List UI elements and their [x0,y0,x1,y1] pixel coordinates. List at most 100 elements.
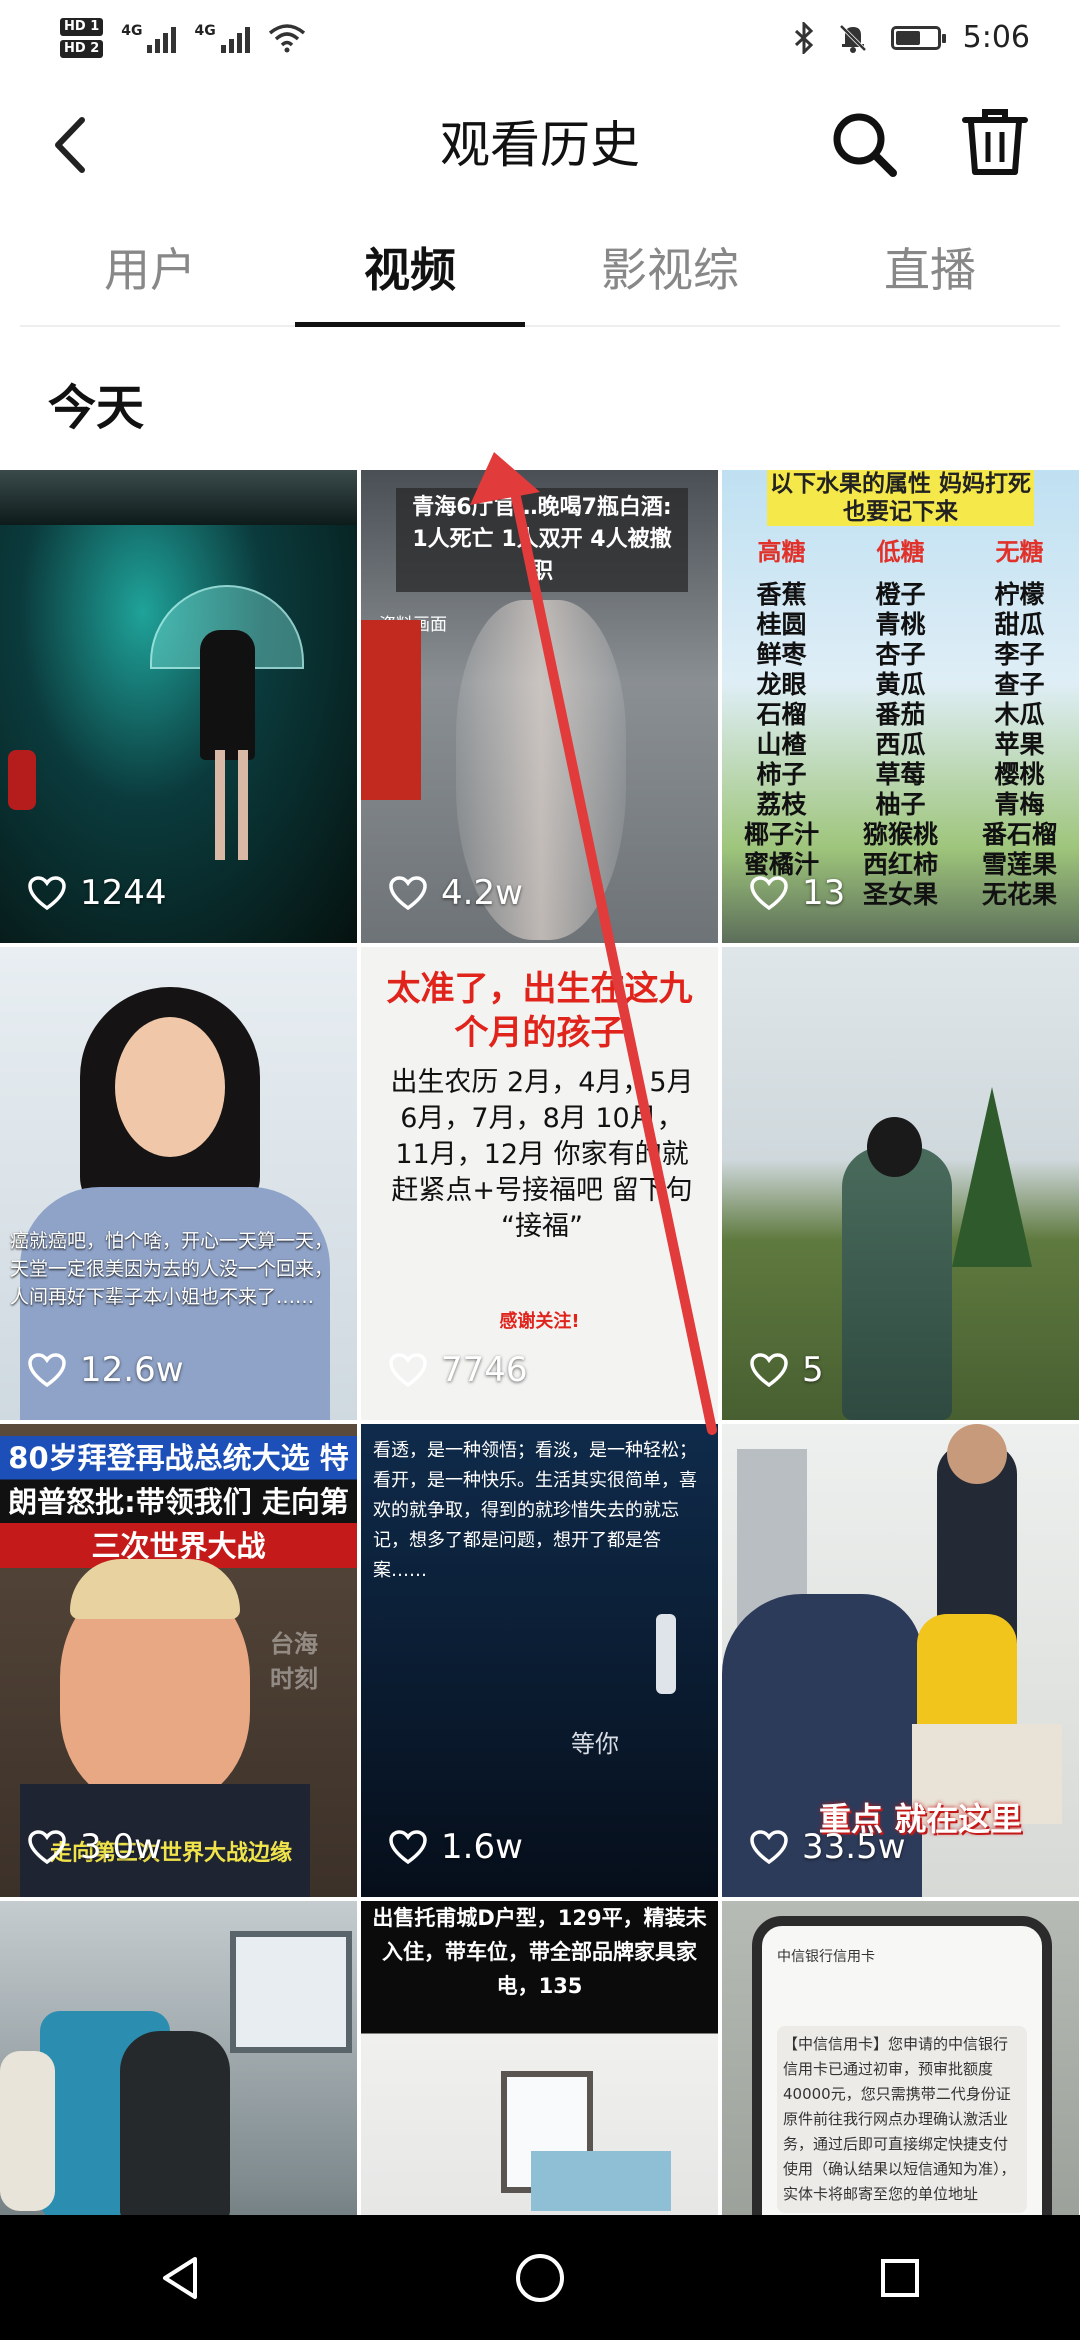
fruit-item: 橙子 [875,580,926,609]
heart-icon [750,876,788,910]
app-header: 观看历史 [0,80,1080,210]
fruit-item: 柚子 [875,790,926,819]
watermark: 台海时刻 [270,1630,318,1693]
fruit-item: 李子 [994,640,1045,669]
fruit-item: 石榴 [756,700,807,729]
video-grid: 1244 青海6厅官…晚喝7瓶白酒: 1人死亡 1人双开 4人被撤职 资料画面 … [0,470,1080,2215]
delete-button[interactable] [955,102,1035,182]
heart-icon [28,1353,66,1387]
like-count-value: 1.6w [441,1827,523,1867]
nav-home-button[interactable] [505,2243,575,2313]
heart-icon [28,1830,66,1864]
like-count-value: 33.5w [802,1827,906,1867]
video-tile[interactable]: 以下水果的属性 妈妈打死也要记下来 高糖 低糖 无糖 香蕉 桂圆 鲜枣 龙眼 石榴 山楂柿… [722,470,1079,943]
fruit-col-header: 高糖 [757,538,806,566]
fruit-item: 猕猴桃 [862,820,938,849]
heart-icon [28,876,66,910]
trash-icon [962,109,1028,175]
nav-back-button[interactable] [145,2243,215,2313]
video-tile[interactable]: 重点 就在这里 33.5w [722,1424,1079,1897]
fruit-item: 山楂 [756,730,807,759]
square-recents-icon [881,2258,919,2297]
video-tile[interactable]: 1244 [0,470,357,943]
fruit-item: 鲜枣 [756,640,807,669]
video-tile[interactable]: 80岁拜登再战总统大选 特朗普怒批:带领我们 走向第三次世界大战 台海时刻 走向… [0,1424,357,1897]
like-count: 3.0w [28,1827,162,1867]
video-tile[interactable]: 癌就癌吧，怕个啥，开心一天算一天，天堂一定很美因为去的人没一个回来，人间再好下辈… [0,947,357,1420]
triangle-back-icon [163,2256,197,2299]
like-count: 7746 [389,1350,528,1390]
search-icon [833,113,897,177]
page-title: 观看历史 [440,116,640,174]
video-body: 出生农历 2月，4月，5月 6月，7月，8月 10月，11月，12月 你家有的就… [390,1067,694,1242]
like-count: 13 [750,873,845,913]
tab-users[interactable]: 用户 [20,225,280,325]
like-count-value: 7746 [441,1350,528,1390]
video-tile[interactable]: 中信银行信用卡 【中信信用卡】您申请的中信银行信用卡已通过初审，预审批额度400… [722,1901,1079,2215]
net2-label: 4G [194,22,216,39]
fruit-col-header: 无糖 [995,538,1044,566]
fruit-item: 龙眼 [756,670,807,699]
like-count: 33.5w [750,1827,906,1867]
fruit-item: 圣女果 [862,880,938,909]
battery-icon [890,25,946,50]
fruit-item: 西红柿 [862,850,938,879]
heart-icon [750,1830,788,1864]
video-tile[interactable]: 5 [722,947,1079,1420]
tab-videos[interactable]: 视频 [280,225,540,327]
video-tile[interactable]: 太准了，出生在这九个月的孩子 出生农历 2月，4月，5月 6月，7月，8月 10… [361,947,718,1420]
heart-icon [389,1353,427,1387]
fruit-col-header: 低糖 [876,538,925,566]
video-subtitle: 等你 [571,1730,619,1758]
video-caption: 太准了，出生在这九个月的孩子 [386,969,693,1053]
video-tile[interactable]: 青海6厅官…晚喝7瓶白酒: 1人死亡 1人双开 4人被撤职 资料画面 4.2w [361,470,718,943]
heart-icon [389,876,427,910]
video-tile[interactable] [0,1901,357,2215]
circle-home-icon [516,2253,564,2302]
video-tile[interactable]: 出售托甫城D户型，129平，精装未入住，带车位，带全部品牌家具家电，135 [361,1901,718,2215]
fruit-item: 西瓜 [875,730,926,759]
signal-icon-1: 4G [121,23,177,53]
video-caption: 80岁拜登再战总统大选 特朗普怒批:带领我们 走向第三次世界大战 [0,1436,357,1568]
like-count: 1.6w [389,1827,523,1867]
hd1-badge: HD 1 [60,17,104,36]
tab-live[interactable]: 直播 [800,225,1060,325]
video-caption: 癌就癌吧，怕个啥，开心一天算一天，天堂一定很美因为去的人没一个回来，人间再好下辈… [10,1230,334,1308]
fruit-item: 查子 [994,670,1045,699]
section-title-today: 今天 [48,380,145,436]
category-tabs: 用户 视频 影视综 直播 [20,225,1060,327]
like-count-value: 4.2w [441,873,523,913]
wifi-icon [268,23,305,52]
fruit-item: 木瓜 [994,700,1045,729]
video-tile[interactable]: 看透，是一种领悟；看淡，是一种轻松；看开，是一种快乐。生活其实很简单，喜欢的就争… [361,1424,718,1897]
fruit-item: 番石榴 [981,820,1057,849]
fruit-column: 香蕉 桂圆 鲜枣 龙眼 石榴 山楂 柿子 荔枝 椰子汁 蜜橘汁 [744,580,819,910]
fruit-item: 椰子汁 [743,820,819,849]
fruit-item: 香蕉 [756,580,807,609]
video-footer: 感谢关注! [499,1311,580,1332]
tab-film-tv[interactable]: 影视综 [540,225,800,325]
fruit-item: 草莓 [875,760,926,789]
fruit-column: 柠檬 甜瓜 李子 查子 木瓜 苹果 樱桃 青梅 番石榴 雪莲果 无花果 [982,580,1057,910]
sms-sender: 中信银行信用卡 [777,1949,875,1965]
like-count-value: 3.0w [80,1827,162,1867]
mute-bell-icon [839,24,867,53]
system-nav-bar [0,2215,1080,2340]
fruit-item: 柿子 [756,760,807,789]
video-caption: 青海6厅官…晚喝7瓶白酒: 1人死亡 1人双开 4人被撤职 [396,488,688,592]
video-caption: 以下水果的属性 妈妈打死也要记下来 [767,470,1034,526]
fruit-item: 青梅 [994,790,1045,819]
nav-recents-button[interactable] [865,2243,935,2313]
fruit-item: 樱桃 [994,760,1045,789]
heart-icon [750,1353,788,1387]
bluetooth-icon [794,21,813,54]
like-count-value: 5 [802,1350,824,1390]
like-count: 4.2w [389,873,523,913]
search-button[interactable] [825,105,905,185]
fruit-column: 橙子 青桃 杏子 黄瓜 番茄 西瓜 草莓 柚子 猕猴桃 西红柿 圣女果 [863,580,938,910]
fruit-item: 黄瓜 [875,670,926,699]
like-count-value: 12.6w [80,1350,184,1390]
fruit-item: 苹果 [994,730,1045,759]
like-count-value: 1244 [80,873,167,913]
fruit-item: 杏子 [875,640,926,669]
